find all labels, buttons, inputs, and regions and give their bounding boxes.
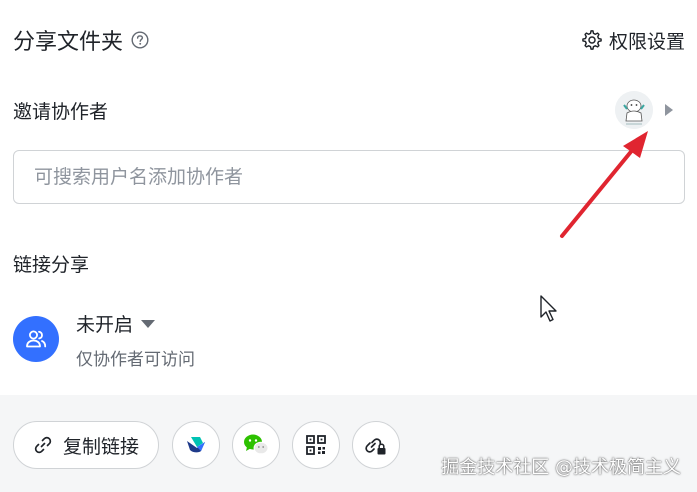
link-share-status-label: 未开启 — [76, 314, 134, 336]
feishu-share-button[interactable] — [172, 421, 220, 469]
page-title: 分享文件夹 — [13, 30, 124, 55]
wechat-share-button[interactable] — [232, 421, 280, 469]
permission-settings-label: 权限设置 — [608, 30, 685, 53]
invite-row: 邀请协作者 — [13, 90, 673, 130]
link-share-description: 仅协作者可访问 — [76, 350, 195, 370]
mouse-cursor-icon — [540, 295, 557, 322]
watermark: 掘金技术社区 @技术极简主义 — [441, 457, 681, 478]
collaborator-search-input[interactable] — [13, 150, 685, 204]
link-share-label: 链接分享 — [13, 254, 90, 276]
question-circle-icon[interactable] — [131, 31, 149, 49]
permission-settings-button[interactable]: 权限设置 — [581, 27, 685, 54]
caret-right-icon[interactable] — [665, 104, 673, 116]
caret-down-icon — [141, 319, 156, 328]
header: 分享文件夹 权限设置 — [13, 24, 685, 56]
footer-toolbar: 复制链接 掘金技术社区 @技术极简主义 — [0, 395, 697, 492]
invite-collaborator-list[interactable] — [615, 91, 673, 129]
qrcode-button[interactable] — [292, 421, 340, 469]
link-icon — [33, 435, 53, 455]
link-share-status: 未开启 仅协作者可访问 — [13, 310, 195, 370]
link-share-text: 未开启 仅协作者可访问 — [76, 310, 195, 370]
qrcode-icon — [305, 434, 327, 456]
wechat-icon — [242, 432, 270, 458]
link-share-status-dropdown[interactable]: 未开启 — [76, 310, 195, 337]
link-lock-button[interactable] — [352, 421, 400, 469]
link-lock-icon — [364, 433, 388, 457]
title-group: 分享文件夹 — [13, 24, 149, 56]
user-avatar[interactable] — [615, 91, 653, 129]
feishu-icon — [183, 432, 209, 458]
invite-label: 邀请协作者 — [13, 100, 109, 123]
users-icon — [13, 316, 59, 362]
gear-icon — [581, 29, 603, 51]
copy-link-label: 复制链接 — [62, 435, 139, 458]
copy-link-button[interactable]: 复制链接 — [13, 421, 159, 469]
